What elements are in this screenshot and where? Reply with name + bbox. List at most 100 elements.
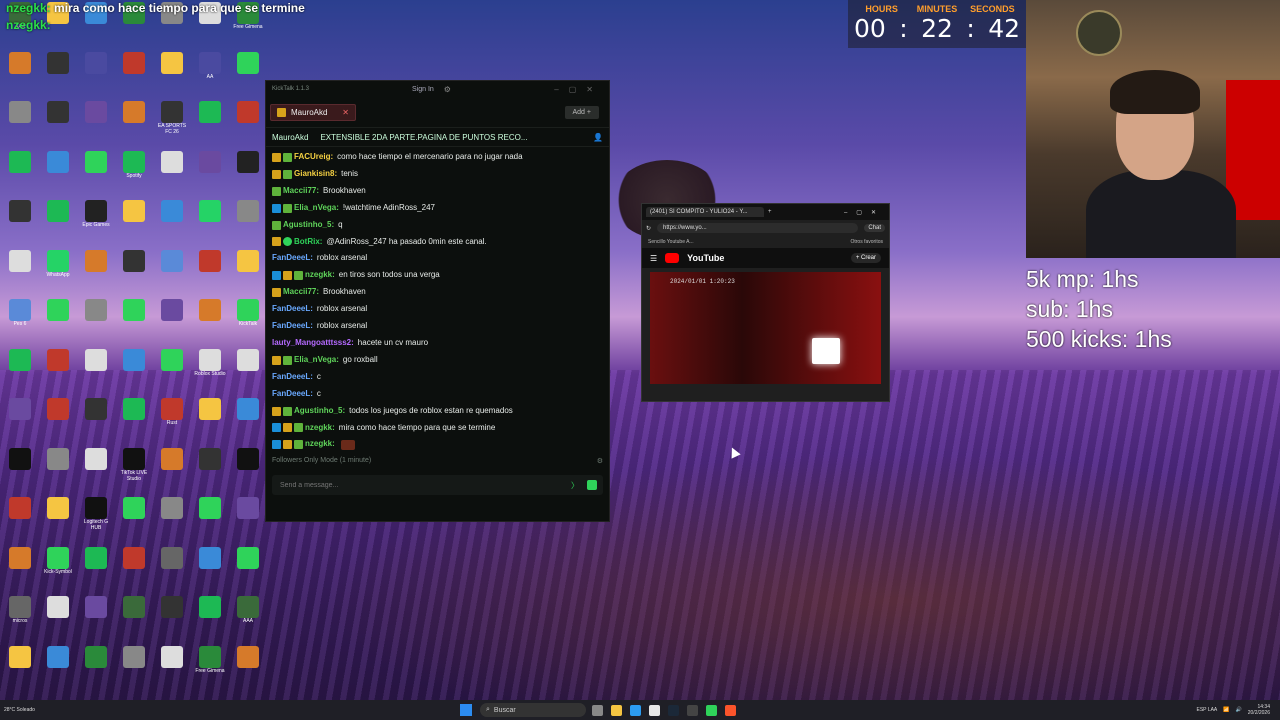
- desktop-icon[interactable]: Logitech G HUB: [78, 495, 114, 543]
- desktop-icon[interactable]: [154, 347, 190, 395]
- bookmark-item[interactable]: Sencillo Youtube A...: [648, 239, 694, 245]
- desktop-icon[interactable]: [2, 198, 38, 246]
- desktop-icon[interactable]: [78, 446, 114, 494]
- desktop-icon[interactable]: [2, 495, 38, 543]
- desktop-icon[interactable]: [230, 495, 266, 543]
- edge-icon[interactable]: [630, 704, 641, 716]
- brave-icon[interactable]: [725, 704, 736, 716]
- desktop-icon[interactable]: [230, 396, 266, 444]
- desktop-icon[interactable]: [2, 99, 38, 147]
- chat-username[interactable]: FanDeeeL:: [272, 369, 313, 386]
- desktop-icon[interactable]: [2, 149, 38, 197]
- desktop-icon[interactable]: [154, 545, 190, 593]
- desktop-icon[interactable]: [230, 248, 266, 296]
- chat-username[interactable]: FanDeeeL:: [272, 318, 313, 335]
- desktop-icon[interactable]: [192, 396, 228, 444]
- obs-icon[interactable]: [687, 704, 698, 716]
- desktop-icon[interactable]: [40, 297, 76, 345]
- desktop-icon[interactable]: [192, 248, 228, 296]
- desktop-icon[interactable]: [154, 495, 190, 543]
- chat-username[interactable]: FanDeeeL:: [272, 250, 313, 267]
- desktop-icon[interactable]: [2, 347, 38, 395]
- tab-mauroakd[interactable]: MauroAkd ✕: [270, 103, 356, 121]
- desktop-icon[interactable]: [192, 198, 228, 246]
- chat-username[interactable]: FanDeeeL:: [272, 301, 313, 318]
- desktop-icon[interactable]: [78, 594, 114, 642]
- desktop-icon[interactable]: Epic Games: [78, 198, 114, 246]
- chat-button[interactable]: Chat: [864, 224, 885, 232]
- search-box[interactable]: ⌕ Buscar: [480, 703, 586, 717]
- desktop-icon[interactable]: [78, 50, 114, 98]
- user-icon[interactable]: 👤: [593, 133, 603, 142]
- desktop-icon[interactable]: [2, 644, 38, 692]
- desktop-icon[interactable]: [40, 446, 76, 494]
- desktop-icon[interactable]: [116, 248, 152, 296]
- desktop-icon[interactable]: [116, 594, 152, 642]
- desktop-icon[interactable]: [154, 644, 190, 692]
- desktop-icon[interactable]: [116, 198, 152, 246]
- desktop-icon[interactable]: [154, 198, 190, 246]
- desktop-icon[interactable]: [230, 347, 266, 395]
- language-indicator[interactable]: ESP LAA: [1197, 707, 1218, 713]
- desktop-icon[interactable]: [78, 396, 114, 444]
- desktop-icon[interactable]: [2, 248, 38, 296]
- wifi-icon[interactable]: 📶: [1223, 707, 1229, 713]
- chat-username[interactable]: Giankisin8:: [294, 166, 337, 183]
- gear-icon[interactable]: ⚙: [444, 85, 451, 94]
- desktop-icon[interactable]: [40, 198, 76, 246]
- desktop-icon[interactable]: [116, 495, 152, 543]
- desktop-icon[interactable]: [192, 594, 228, 642]
- desktop-icon[interactable]: [116, 644, 152, 692]
- desktop-icon[interactable]: [116, 545, 152, 593]
- menu-icon[interactable]: ☰: [650, 254, 657, 263]
- desktop-icon[interactable]: [230, 545, 266, 593]
- desktop-icon[interactable]: [154, 594, 190, 642]
- commands-icon[interactable]: 〉: [571, 480, 581, 490]
- emote-picker-icon[interactable]: [587, 480, 597, 490]
- desktop-icon[interactable]: [78, 297, 114, 345]
- message-input[interactable]: [278, 480, 571, 490]
- desktop-icon[interactable]: [230, 149, 266, 197]
- desktop-icon[interactable]: [116, 99, 152, 147]
- video-player[interactable]: 2024/01/01 1:20:23: [650, 272, 881, 384]
- chat-username[interactable]: FACUreig:: [294, 149, 333, 166]
- desktop-icon[interactable]: [230, 198, 266, 246]
- desktop-icon[interactable]: [154, 248, 190, 296]
- desktop-icon[interactable]: Free Gimena: [192, 644, 228, 692]
- desktop-icon[interactable]: [2, 545, 38, 593]
- chat-username[interactable]: Elia_nVega:: [294, 200, 339, 217]
- desktop-icon[interactable]: [78, 545, 114, 593]
- desktop-icon[interactable]: [40, 495, 76, 543]
- desktop-icon[interactable]: [116, 396, 152, 444]
- window-controls[interactable]: –▢✕: [844, 209, 885, 216]
- close-icon[interactable]: ✕: [342, 108, 349, 117]
- desktop-icon[interactable]: EA SPORTS FC 26: [154, 99, 190, 147]
- desktop-icon[interactable]: AA: [192, 50, 228, 98]
- desktop-icon[interactable]: WhatsApp: [40, 248, 76, 296]
- browser-tab[interactable]: (2401) SI COMPITO - YULIO24 - Y...: [646, 207, 764, 217]
- youtube-logo-icon[interactable]: [665, 253, 680, 263]
- desktop-icon[interactable]: micros: [2, 594, 38, 642]
- desktop-icon[interactable]: [154, 446, 190, 494]
- desktop-icon[interactable]: [192, 545, 228, 593]
- new-tab-icon[interactable]: +: [768, 209, 772, 215]
- desktop-icon[interactable]: [40, 50, 76, 98]
- add-button[interactable]: Add +: [564, 105, 599, 119]
- url-field[interactable]: https://www.yo...: [657, 223, 859, 233]
- desktop-icon[interactable]: [192, 495, 228, 543]
- chrome-icon[interactable]: [649, 704, 660, 716]
- desktop-icon[interactable]: [78, 644, 114, 692]
- chat-username[interactable]: BotRix:: [294, 234, 322, 251]
- desktop-icon[interactable]: [40, 347, 76, 395]
- desktop-icon[interactable]: [230, 644, 266, 692]
- desktop-icon[interactable]: [192, 149, 228, 197]
- file-explorer-icon[interactable]: [611, 704, 622, 716]
- task-view-icon[interactable]: [592, 704, 603, 716]
- volume-icon[interactable]: 🔊: [1236, 707, 1242, 713]
- sign-in-button[interactable]: Sign In: [412, 86, 434, 93]
- create-button[interactable]: + Crear: [850, 253, 881, 263]
- windows-start-icon[interactable]: [460, 704, 472, 716]
- desktop-icon[interactable]: [192, 446, 228, 494]
- chat-username[interactable]: Elia_nVega:: [294, 352, 339, 369]
- desktop-icon[interactable]: [2, 396, 38, 444]
